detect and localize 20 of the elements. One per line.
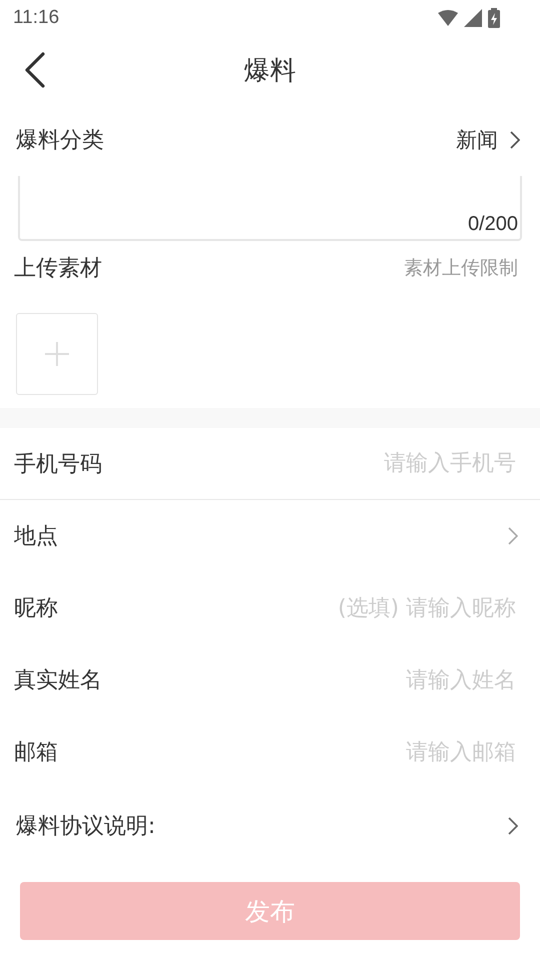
chevron-icon[interactable]	[508, 527, 518, 545]
category-selector[interactable]: 爆料分类 新闻	[0, 104, 540, 176]
upload-label: 上传素材	[14, 255, 102, 283]
chevron-icon	[510, 131, 520, 149]
plus-icon	[45, 342, 69, 366]
field-label: 邮箱	[14, 739, 58, 767]
signal-icon	[464, 9, 482, 27]
add-media-button[interactable]	[16, 313, 98, 395]
field-label: 昵称	[14, 595, 58, 623]
page-title: 爆料	[244, 54, 296, 88]
description-field[interactable]: 0/200	[18, 176, 522, 241]
status-time: 11:16	[13, 7, 60, 29]
field-label: 真实姓名	[14, 667, 102, 695]
chevron-icon	[508, 817, 518, 835]
wifi-icon	[438, 10, 458, 26]
back-icon[interactable]	[24, 52, 46, 88]
field-label: 手机号码	[14, 450, 102, 478]
agreement-link[interactable]: 爆料协议说明:	[0, 788, 540, 864]
battery-icon	[488, 8, 500, 28]
field-label: 地点	[14, 523, 58, 551]
